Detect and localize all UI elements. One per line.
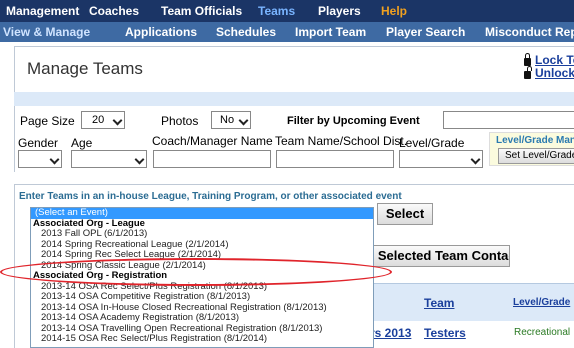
level-grade-manage-title: Level/Grade Mana xyxy=(496,135,574,146)
select-event-button[interactable]: Select xyxy=(377,203,433,225)
nav-coaches[interactable]: Coaches xyxy=(89,4,139,18)
filter-panel: Page Size 20 Photos No Filter by Upcomin… xyxy=(14,106,574,172)
lock-icon xyxy=(524,53,531,66)
event-dropdown-list[interactable]: (Select an Event) Associated Org - League… xyxy=(30,207,374,348)
unlock-team-link[interactable]: Unlock Tea xyxy=(535,66,574,80)
level-grade-select[interactable] xyxy=(399,150,483,168)
nav-teams[interactable]: Teams xyxy=(258,4,295,18)
subnav-player-search[interactable]: Player Search xyxy=(386,25,465,39)
dropdown-group-label: Associated Org - Registration xyxy=(33,270,168,281)
team-link[interactable]: Testers xyxy=(424,326,466,340)
subnav-misconduct-report[interactable]: Misconduct Rep xyxy=(485,25,574,39)
nav-help[interactable]: Help xyxy=(381,4,407,18)
level-grade-manage-box: Level/Grade Mana Set Level/Grade : xyxy=(489,132,574,166)
age-select[interactable] xyxy=(71,150,147,168)
level-grade-label: Level/Grade xyxy=(399,136,465,150)
chevron-down-icon xyxy=(49,154,60,165)
page-title: Manage Teams xyxy=(27,59,143,78)
column-level-grade[interactable]: Level/Grade xyxy=(513,297,570,308)
dropdown-option[interactable]: 2013-14 OSA Competitive Registration (8/… xyxy=(31,291,373,303)
table-header: Team Level/Grade xyxy=(370,283,574,321)
coach-name-label: Coach/Manager Name xyxy=(152,134,273,148)
nav-team-officials[interactable]: Team Officials xyxy=(161,4,242,18)
chevron-down-icon xyxy=(238,115,249,126)
coach-name-input[interactable] xyxy=(153,150,271,168)
page-header: Manage Teams Lock Team Unlock Tea xyxy=(14,46,574,94)
chevron-down-icon xyxy=(112,115,123,126)
team-name-cell[interactable]: rs 2013 xyxy=(370,326,411,340)
chevron-down-icon xyxy=(134,154,145,165)
header-strip xyxy=(14,92,574,106)
lock-team-link[interactable]: Lock Team xyxy=(535,53,574,67)
photos-select[interactable]: No xyxy=(211,111,251,129)
chevron-down-icon xyxy=(470,154,481,165)
event-instructions: Enter Teams in an in-house League, Train… xyxy=(19,191,402,202)
team-school-input[interactable] xyxy=(276,150,394,168)
table-row: rs 2013 Testers Recreational xyxy=(370,321,574,343)
dropdown-option[interactable]: 2013-14 OSA Academy Registration (8/1/20… xyxy=(31,312,373,324)
page-size-select[interactable]: 20 xyxy=(81,111,125,129)
age-label: Age xyxy=(71,136,93,150)
subnav-view-manage[interactable]: View & Manage xyxy=(3,25,90,39)
subnav-import-team[interactable]: Import Team xyxy=(295,25,366,39)
dropdown-option[interactable]: 2014 Spring Rec Select League (2/1/2014) xyxy=(31,249,373,261)
photos-value: No xyxy=(220,114,235,126)
column-team[interactable]: Team xyxy=(424,296,454,310)
upcoming-event-label: Filter by Upcoming Event xyxy=(287,115,420,127)
team-school-label: Team Name/School Dist. xyxy=(275,134,408,148)
nav-management[interactable]: Management xyxy=(6,4,79,18)
page-size-label: Page Size xyxy=(20,114,75,128)
dropdown-option[interactable]: 2014-15 OSA Rec Select/Plus Registration… xyxy=(31,333,373,345)
subnav-schedules[interactable]: Schedules xyxy=(216,25,276,39)
top-nav: Management Coaches Team Officials Teams … xyxy=(0,0,574,22)
dropdown-option[interactable]: 2013 Fall OPL (6/1/2013) xyxy=(31,228,373,240)
photos-label: Photos xyxy=(161,114,199,128)
dropdown-option[interactable]: (Select an Event) xyxy=(31,208,373,219)
unlock-icon xyxy=(524,66,532,79)
subnav-applications[interactable]: Applications xyxy=(125,25,197,39)
sub-nav: View & Manage Applications Schedules Imp… xyxy=(0,22,574,42)
gender-select[interactable] xyxy=(18,150,62,168)
set-level-grade-button[interactable]: Set Level/Grade : xyxy=(498,148,574,164)
level-grade-cell: Recreational xyxy=(514,327,571,338)
upcoming-event-input[interactable] xyxy=(443,111,574,129)
gender-label: Gender xyxy=(18,136,59,150)
page-size-value: 20 xyxy=(92,114,105,126)
nav-players[interactable]: Players xyxy=(318,4,361,18)
